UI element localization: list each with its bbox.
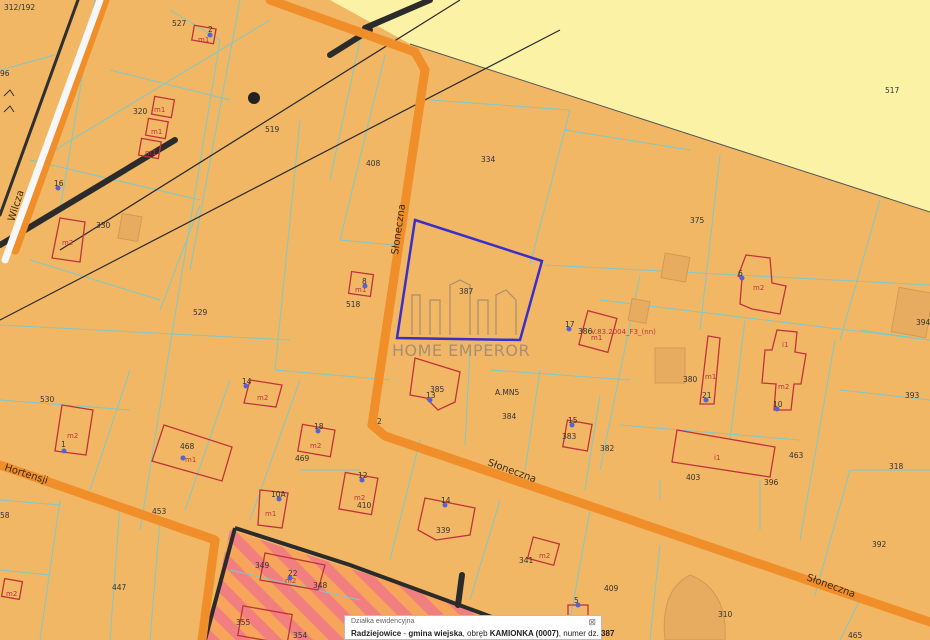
watermark-text: HOME EMPEROR [392, 341, 530, 360]
parcel-label: 447 [112, 583, 127, 592]
building-label: i1 [782, 341, 788, 349]
svg-text:22: 22 [288, 569, 298, 578]
svg-text:18: 18 [314, 422, 324, 431]
svg-text:10A: 10A [271, 490, 287, 499]
parcel-label: A.MN5 [495, 388, 519, 397]
parcel-label: 396 [764, 478, 779, 487]
building-label: i1 [714, 454, 720, 462]
parcel-label: 334 [481, 155, 496, 164]
cadastral-map[interactable]: HOME EMPEROR Słoneczna Słoneczna Słonecz… [0, 0, 930, 640]
parcel-label: 393 [905, 391, 920, 400]
parcel-label: 527 [172, 19, 187, 28]
parcel-label: 341 [519, 556, 534, 565]
parcel-label: 355 [236, 618, 251, 627]
parcel-label: 339 [436, 526, 451, 535]
survey-point [248, 92, 260, 104]
building-label: m2 [67, 432, 78, 440]
svg-text:13: 13 [426, 391, 436, 400]
parcel-label: 58 [0, 511, 10, 520]
info-panel-title: Działka ewidencyjna [351, 618, 415, 625]
building-label: m1 [591, 334, 602, 342]
parcel-label: 2 [377, 417, 382, 426]
close-icon[interactable]: ⊠ [588, 617, 596, 628]
svg-text:10: 10 [773, 400, 783, 409]
parcel-label: 312/192 [4, 3, 35, 12]
building-label: m1 [705, 373, 716, 381]
svg-text:1: 1 [61, 440, 66, 449]
building-label: m1 [151, 128, 162, 136]
parcel-label: 383 [562, 432, 577, 441]
parcel-label: 349 [255, 561, 270, 570]
address-point [180, 455, 186, 461]
info-panel-body: Radziejowice - gmina wiejska, obręb KAMI… [351, 629, 615, 638]
parcel-label: 408 [366, 159, 381, 168]
parcel-label: 380 [683, 375, 698, 384]
parcel-label: 410 [357, 501, 372, 510]
parcel-label: 517 [885, 86, 900, 95]
svg-text:5: 5 [574, 596, 579, 605]
building-label: m1 [265, 510, 276, 518]
parcel-label: 384 [502, 412, 517, 421]
building-label: m2 [310, 442, 321, 450]
parcel-label: 330 [96, 221, 111, 230]
building-label: m2 [257, 394, 268, 402]
svg-text:2: 2 [208, 25, 213, 34]
building-label: m1 [198, 36, 209, 44]
info-gmina-type: gmina wiejska [408, 629, 463, 638]
building-label: m2 [539, 552, 550, 560]
building-label: m1 [154, 106, 165, 114]
building-label: m2 [778, 383, 789, 391]
address-point: 1 [61, 440, 67, 454]
svg-text:21: 21 [702, 391, 712, 400]
parcel-label: 469 [295, 454, 310, 463]
building-label: m2 [753, 284, 764, 292]
parcel-label: 348 [313, 581, 328, 590]
svg-text:8: 8 [362, 277, 367, 286]
building-label: m1 [185, 456, 196, 464]
parcel-label: 310 [718, 610, 733, 619]
info-parcel-number: 387 [601, 629, 615, 638]
info-precinct: KAMIONKA (0007) [489, 629, 559, 638]
building-label: m2 [354, 494, 365, 502]
parcel-label: 392 [872, 540, 887, 549]
parcel-label: 463 [789, 451, 804, 460]
svg-text:12: 12 [358, 471, 368, 480]
parcel-label: 382 [600, 444, 615, 453]
parcel-label: 468 [180, 442, 195, 451]
address-point: 8 [362, 277, 368, 289]
parcel-label: 318 [889, 462, 904, 471]
building-label: m2 [62, 239, 73, 247]
parcel-label: 320 [133, 107, 148, 116]
parcel-label: 409 [604, 584, 619, 593]
parcel-label: 530 [40, 395, 55, 404]
parcel-label: 529 [193, 308, 208, 317]
parcel-info-panel: Działka ewidencyjna ⊠ Radziejowice - gmi… [344, 615, 614, 640]
parcel-label: 518 [346, 300, 361, 309]
parcel-label: 453 [152, 507, 167, 516]
svg-text:17: 17 [565, 320, 575, 329]
parcel-label: 96 [0, 69, 10, 78]
building-label: m1 [145, 149, 156, 157]
parcel-label: 403 [686, 473, 701, 482]
parcel-label: 465 [848, 631, 863, 640]
svg-text:14: 14 [242, 377, 252, 386]
parcel-label: 387 [459, 287, 474, 296]
parcel-label: 519 [265, 125, 280, 134]
parcel-label: 375 [690, 216, 705, 225]
svg-text:16: 16 [54, 179, 64, 188]
info-municipality: Radziejowice [351, 629, 402, 638]
building-label: m2 [6, 590, 17, 598]
parcel-label: 394 [916, 318, 930, 327]
address-point: 2 [207, 25, 213, 38]
svg-text:6: 6 [738, 269, 743, 278]
parcel-label: 354 [293, 631, 308, 640]
svg-text:15: 15 [568, 416, 578, 425]
svg-text:14: 14 [441, 496, 451, 505]
